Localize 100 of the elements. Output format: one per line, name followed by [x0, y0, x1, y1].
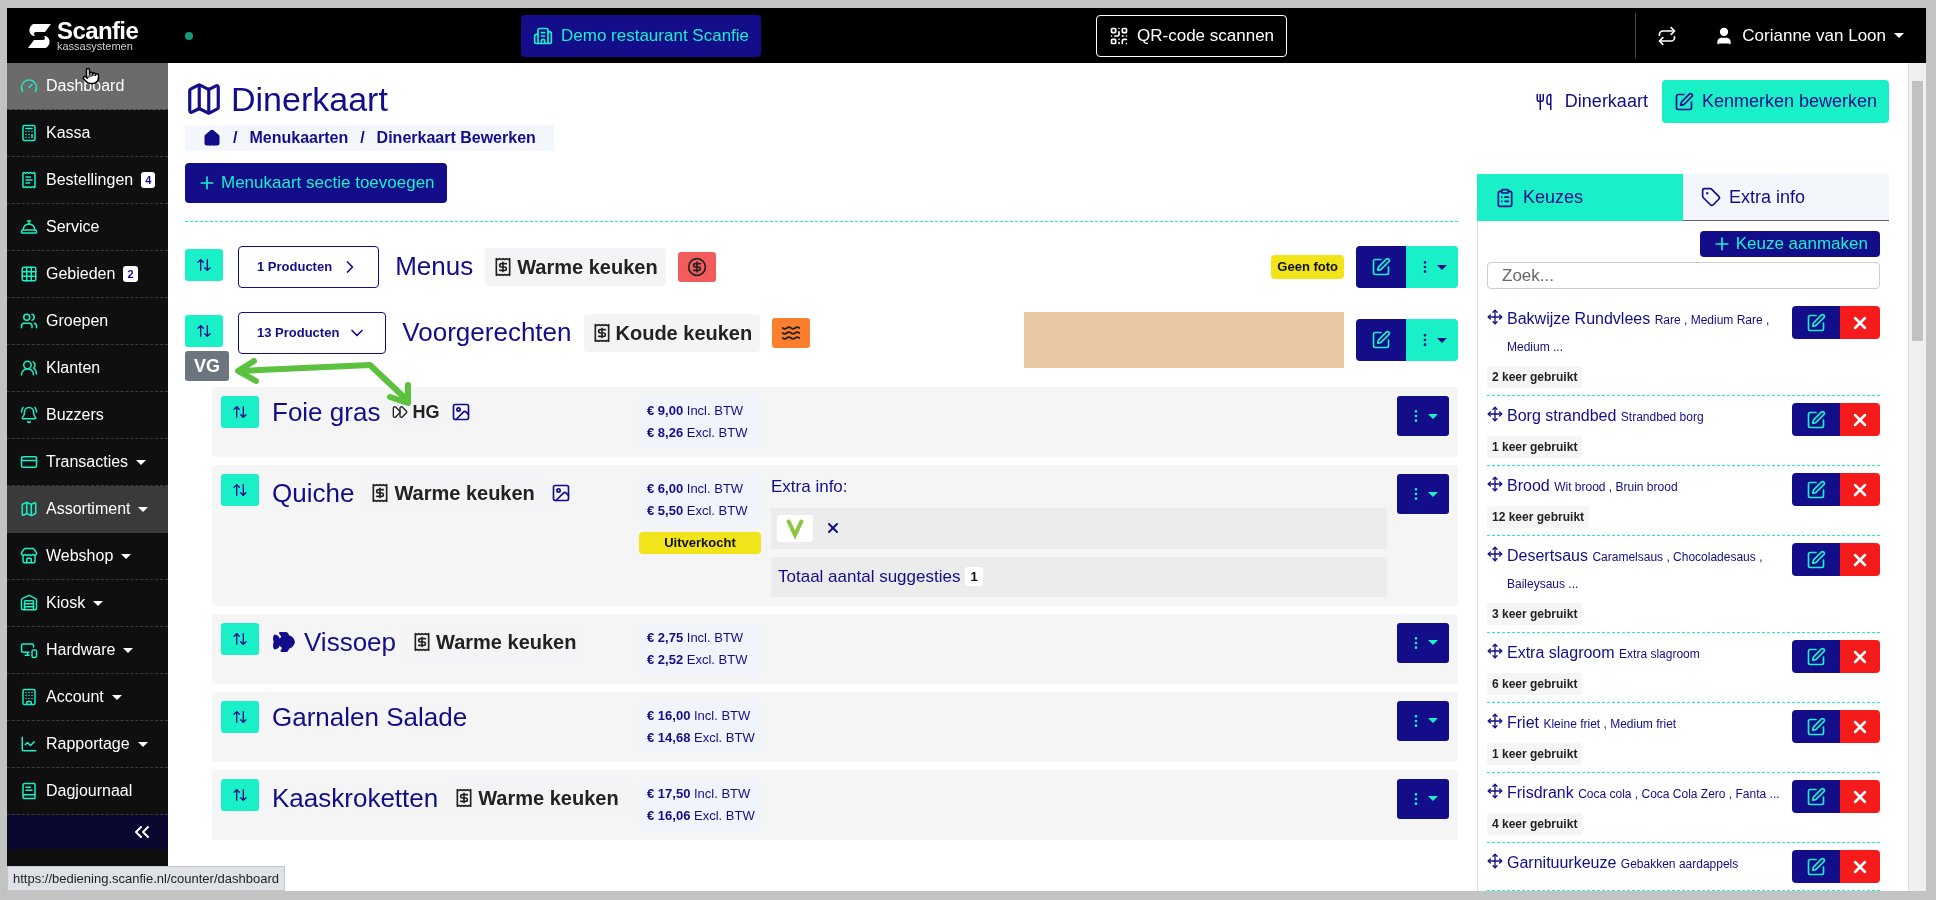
user-menu-button[interactable]: Corianne van Loon — [1714, 22, 1904, 49]
create-choice-button[interactable]: Keuze aanmaken — [1699, 231, 1880, 258]
utensils-icon — [1534, 92, 1553, 111]
caret-icon — [121, 553, 132, 559]
list-icon — [1495, 187, 1515, 208]
menu-link[interactable]: Dinerkaart — [1534, 88, 1648, 115]
breadcrumb-separator: / — [360, 128, 365, 148]
move-icon — [1487, 546, 1503, 562]
delete-button[interactable] — [1840, 306, 1880, 339]
page-title: Dinerkaart — [231, 79, 388, 119]
excl-label: Excl. BTW — [694, 807, 755, 823]
sidebar-item[interactable]: Kiosk — [7, 580, 168, 627]
edit-button[interactable] — [1356, 319, 1406, 361]
sold-out-badge: Uitverkocht — [639, 532, 761, 554]
edit-button[interactable] — [1356, 246, 1406, 288]
edit-icon — [1806, 856, 1826, 877]
sidebar-item[interactable]: Rapportage — [7, 721, 168, 768]
delete-button[interactable] — [1840, 710, 1880, 743]
more-options-button[interactable] — [1397, 622, 1449, 663]
edit-button[interactable] — [1792, 403, 1840, 436]
sidebar-item[interactable]: Gebieden 2 — [7, 251, 168, 298]
usage-badge: 12 keer gebruikt — [1487, 506, 1590, 528]
breadcrumb-link[interactable]: Menukaarten — [249, 126, 349, 150]
edit-properties-button[interactable]: Kenmerken bewerken — [1661, 80, 1889, 123]
delete-button[interactable] — [1840, 543, 1880, 576]
edit-icon — [1673, 91, 1694, 112]
drag-handle-button[interactable] — [185, 249, 223, 281]
up-down-arrow-icon — [232, 630, 248, 647]
edit-icon — [1806, 479, 1826, 500]
sidebar-item[interactable]: Dashboard — [7, 63, 168, 110]
map-icon — [20, 500, 38, 518]
sidebar-item[interactable]: Groepen — [7, 298, 168, 345]
store-icon — [20, 547, 38, 565]
usage-badge: 2 keer gebruikt — [1487, 366, 1583, 388]
edit-button[interactable] — [1792, 780, 1840, 813]
book-icon — [20, 782, 38, 800]
delete-button[interactable] — [1840, 403, 1880, 436]
price-excl: € 5,50 — [647, 503, 684, 518]
fast-forward-icon — [392, 404, 409, 420]
more-options-button[interactable] — [1397, 700, 1449, 741]
drag-handle-button[interactable] — [221, 778, 259, 811]
caret-icon — [1894, 33, 1904, 38]
delete-button[interactable] — [1840, 850, 1880, 883]
move-icon — [1487, 476, 1503, 492]
delete-button[interactable] — [1840, 473, 1880, 506]
caret-icon — [1428, 718, 1438, 723]
sidebar-item[interactable]: Hardware — [7, 627, 168, 674]
sidebar-item[interactable]: Bestellingen 4 — [7, 157, 168, 204]
drag-handle-button[interactable] — [221, 622, 259, 655]
store-icon — [20, 594, 38, 612]
products-toggle-button[interactable]: 1 Producten — [238, 246, 380, 288]
caret-icon — [1428, 413, 1438, 419]
product-name: Quiche — [272, 477, 355, 509]
count-badge: 4 — [141, 172, 156, 188]
edit-button[interactable] — [1792, 850, 1840, 883]
sidebar-item[interactable]: Buzzers — [7, 392, 168, 439]
sidebar-item[interactable]: Webshop — [7, 533, 168, 580]
price-incl: € 6,00 — [647, 481, 684, 496]
price-incl: € 2,75 — [647, 629, 684, 645]
sidebar-item[interactable]: Account — [7, 674, 168, 721]
sidebar-item[interactable]: Klanten — [7, 345, 168, 392]
choice-text: Brood Wit brood , Bruin brood — [1507, 476, 1678, 496]
drag-handle-button[interactable] — [221, 396, 259, 428]
add-section-button[interactable]: Menukaart sectie toevoegen — [185, 163, 447, 203]
edit-button[interactable] — [1792, 710, 1840, 743]
sidebar-item[interactable]: Kassa — [7, 110, 168, 157]
section-title: Voorgerechten — [402, 316, 572, 349]
caret-icon — [1428, 640, 1438, 645]
panel-tab[interactable]: Keuzes — [1477, 174, 1683, 221]
product-name: Kaaskroketten — [272, 781, 439, 814]
drag-handle-button[interactable] — [221, 700, 259, 733]
delete-button[interactable] — [1840, 780, 1880, 813]
edit-button[interactable] — [1792, 473, 1840, 506]
up-down-arrow-icon — [232, 786, 248, 803]
more-options-button[interactable] — [1397, 778, 1449, 819]
move-icon — [1487, 643, 1503, 659]
products-toggle-button[interactable]: 13 Producten — [238, 312, 387, 354]
move-icon — [1487, 309, 1503, 325]
sidebar-item[interactable]: Service — [7, 204, 168, 251]
drag-handle-button[interactable] — [221, 474, 259, 506]
edit-button[interactable] — [1792, 543, 1840, 576]
edit-button[interactable] — [1792, 640, 1840, 673]
section-title: Menus — [395, 250, 474, 283]
delete-button[interactable] — [1840, 640, 1880, 673]
tag-icon — [1701, 187, 1721, 207]
drag-handle-button[interactable] — [185, 315, 223, 347]
usage-badge: 1 keer gebruikt — [1487, 743, 1583, 765]
breadcrumb-link[interactable]: Dinerkaart Bewerken — [376, 126, 536, 150]
panel-tab[interactable]: Extra info — [1683, 174, 1889, 221]
incl-label: Incl. BTW — [686, 481, 744, 496]
restaurant-button[interactable]: Demo restaurant Scanfie — [521, 14, 762, 57]
gauge-icon — [20, 77, 38, 95]
sidebar-item[interactable]: Assortiment — [7, 486, 168, 533]
caret-icon — [1437, 264, 1447, 270]
search-field[interactable]: Zoek... — [1487, 262, 1880, 289]
caret-icon — [138, 506, 149, 512]
edit-button[interactable] — [1792, 306, 1840, 339]
count-badge: 2 — [123, 266, 138, 282]
excl-label: Excl. BTW — [686, 503, 748, 518]
qr-scan-button[interactable]: QR-code scannen — [1096, 14, 1288, 57]
